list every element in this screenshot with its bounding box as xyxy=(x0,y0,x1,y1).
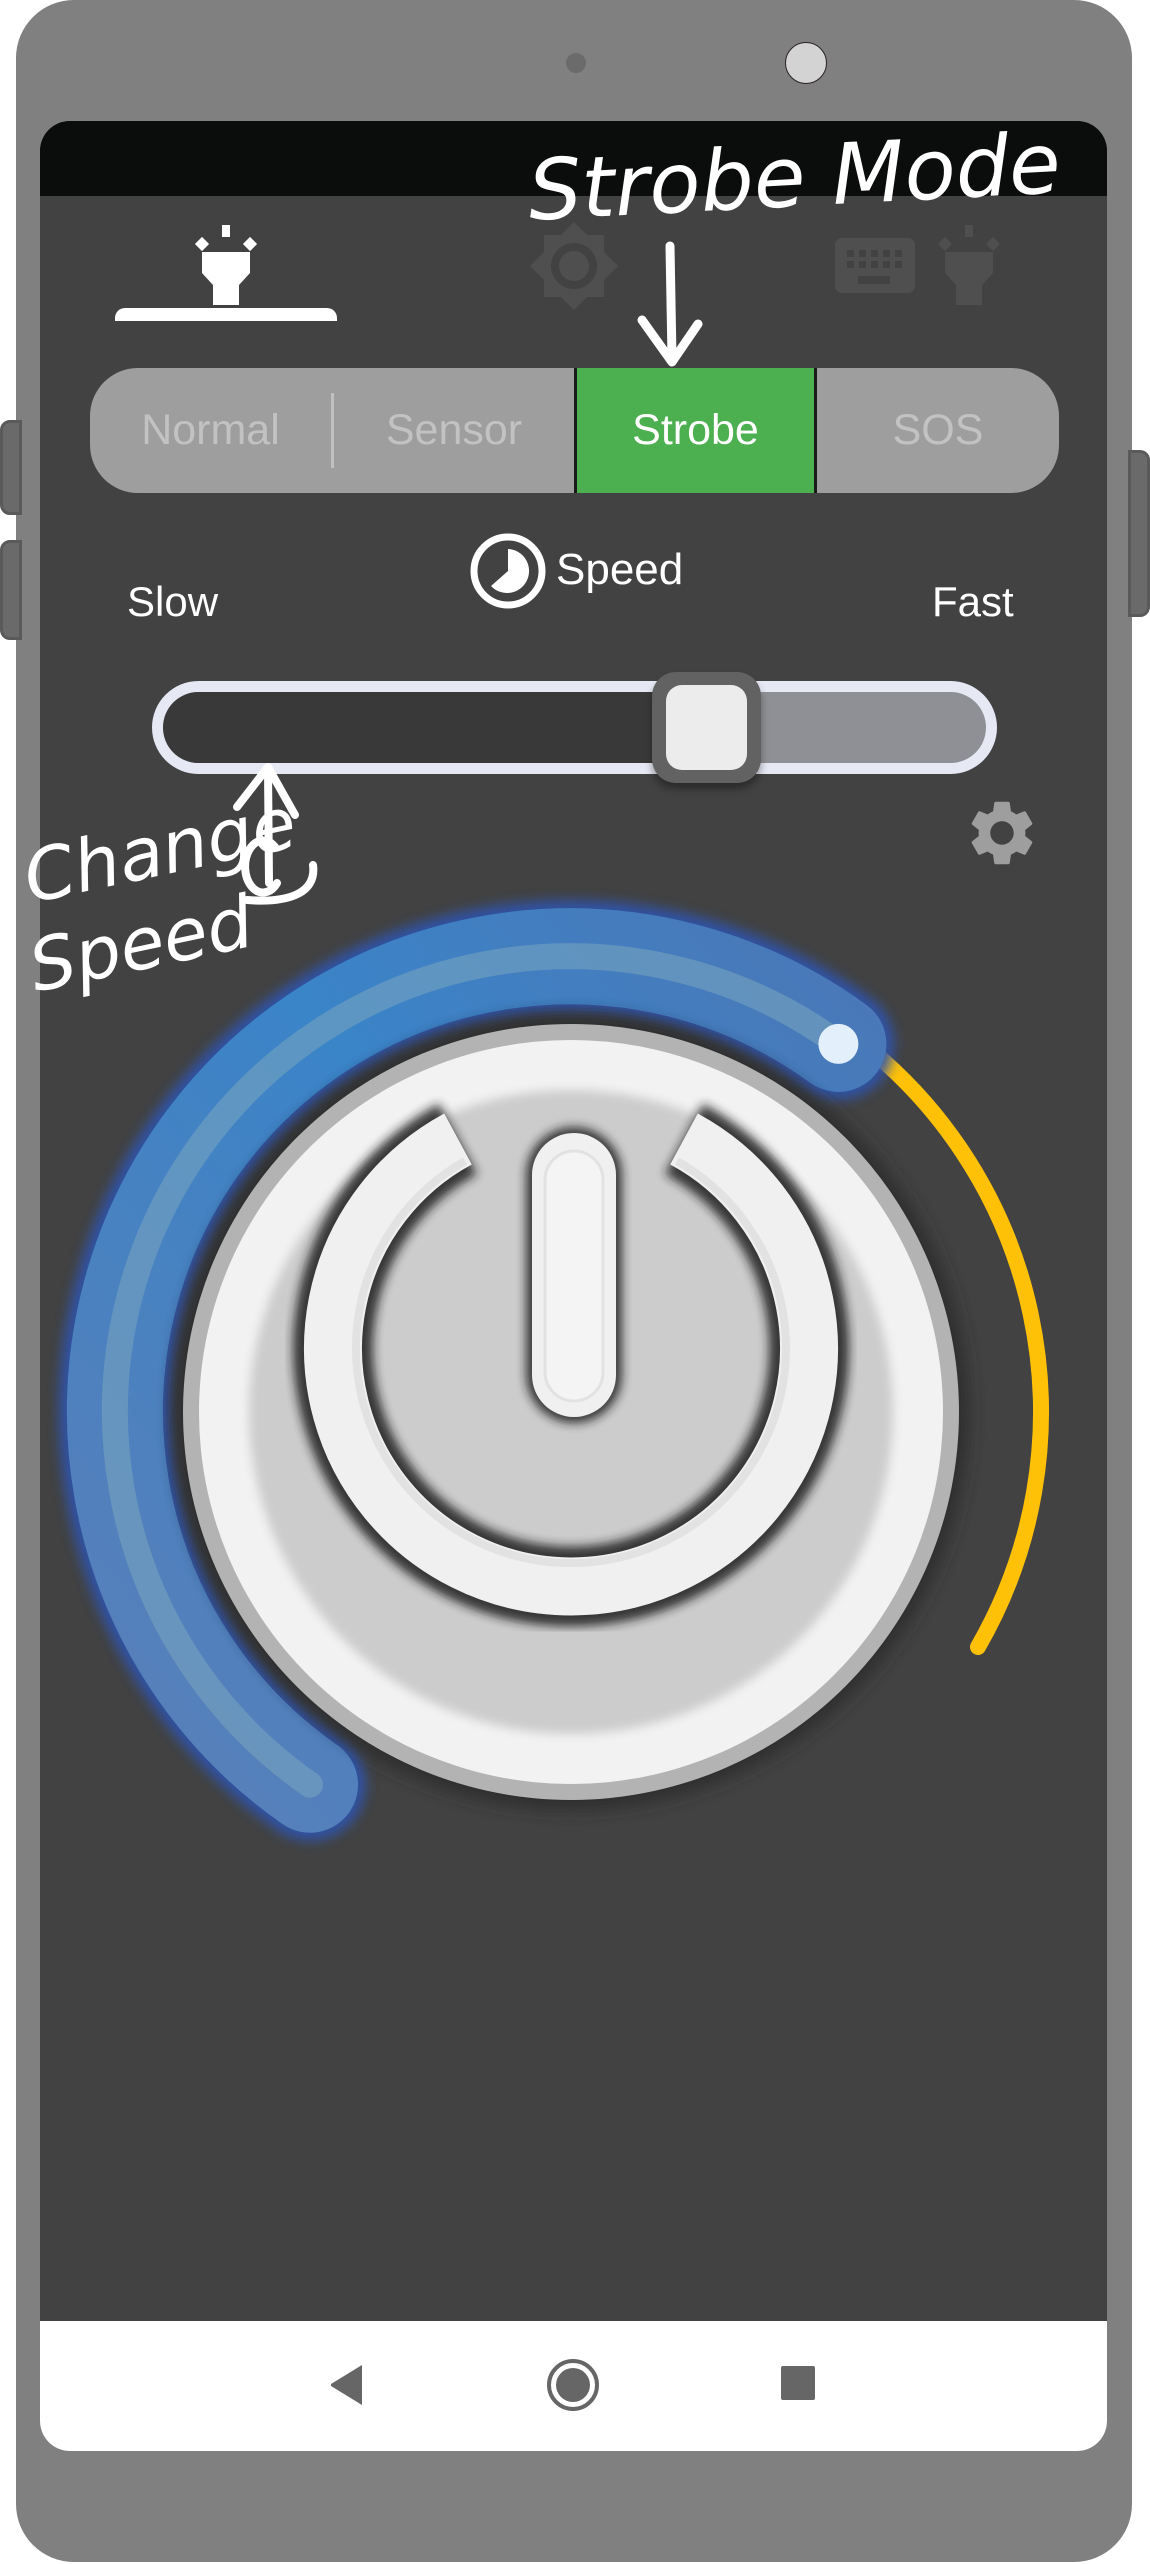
gauge-knob[interactable] xyxy=(818,1023,859,1064)
front-camera xyxy=(785,42,827,84)
navigation-bar xyxy=(40,2321,1107,2451)
back-icon[interactable] xyxy=(330,2365,362,2405)
annotation-arrow-down xyxy=(637,241,703,367)
power-side-button xyxy=(1128,450,1150,617)
volume-up-button xyxy=(0,420,22,515)
screen: Normal Sensor Strobe SOS Speed Slow Fast xyxy=(40,121,1107,2451)
power-button[interactable] xyxy=(173,1014,969,1810)
brightness-gauge[interactable] xyxy=(40,121,1107,2321)
proximity-sensor xyxy=(566,53,586,73)
home-icon[interactable] xyxy=(547,2359,599,2411)
volume-down-button xyxy=(0,540,22,640)
recents-icon[interactable] xyxy=(781,2366,815,2400)
